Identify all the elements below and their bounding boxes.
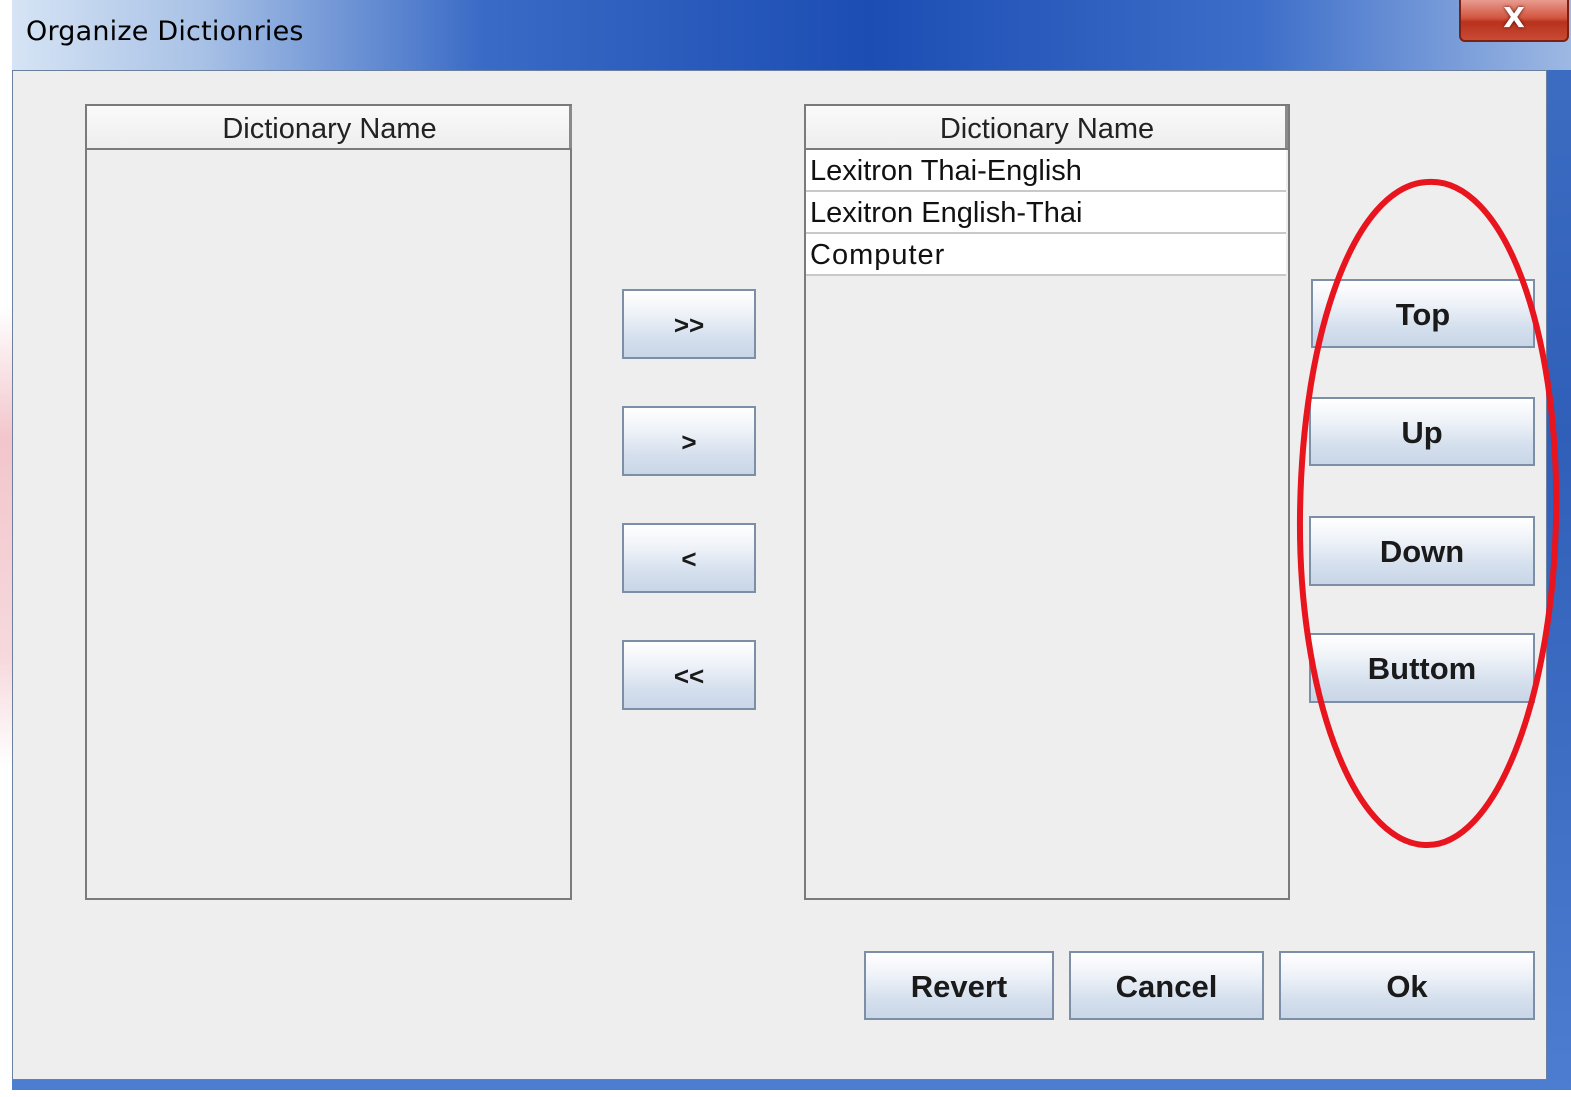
move-bottom-button[interactable]: Buttom [1309, 633, 1535, 703]
list-item[interactable]: Computer [806, 234, 1286, 276]
window-title: Organize Dictionries [26, 16, 304, 47]
list-item[interactable]: Lexitron Thai-English [806, 150, 1286, 192]
cancel-button[interactable]: Cancel [1069, 951, 1264, 1020]
move-top-button[interactable]: Top [1311, 279, 1535, 348]
revert-button[interactable]: Revert [864, 951, 1054, 1020]
remove-selected-button[interactable]: < [622, 523, 756, 593]
move-down-button[interactable]: Down [1309, 516, 1535, 586]
close-icon: X [1503, 1, 1525, 34]
remove-all-button[interactable]: << [622, 640, 756, 710]
list-item[interactable]: Lexitron English-Thai [806, 192, 1286, 234]
ok-button[interactable]: Ok [1279, 951, 1535, 1020]
add-all-button[interactable]: >> [622, 289, 756, 359]
selected-list-header[interactable]: Dictionary Name [806, 106, 1288, 150]
close-button[interactable]: X [1459, 0, 1569, 42]
available-dictionaries-list[interactable]: Dictionary Name [85, 104, 572, 900]
add-selected-button[interactable]: > [622, 406, 756, 476]
title-bar[interactable]: Organize Dictionries X [12, 0, 1571, 70]
available-list-header[interactable]: Dictionary Name [87, 106, 572, 150]
selected-dictionaries-list[interactable]: Dictionary Name Lexitron Thai-English Le… [804, 104, 1290, 900]
move-up-button[interactable]: Up [1309, 397, 1535, 466]
